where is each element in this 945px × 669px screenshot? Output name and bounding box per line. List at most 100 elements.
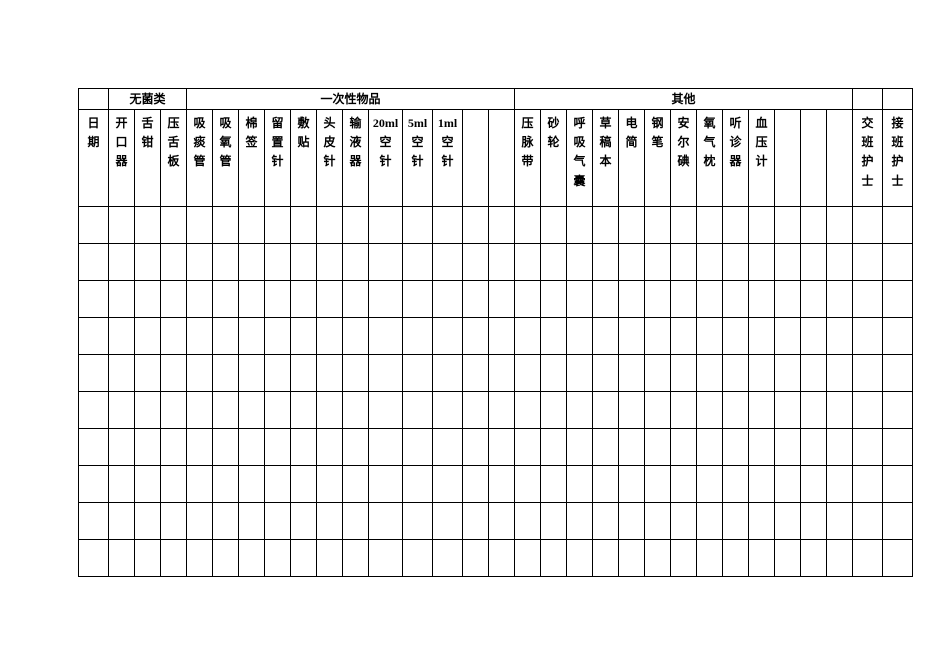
cell-grind-wheel bbox=[541, 244, 567, 281]
cell-infusion-set bbox=[343, 503, 369, 540]
cell-indwell-ndl bbox=[265, 429, 291, 466]
cell-dressing bbox=[291, 429, 317, 466]
category-sterile: 无菌类 bbox=[109, 89, 187, 110]
category-disposable: 一次性物品 bbox=[187, 89, 515, 110]
cell-gap-d bbox=[801, 540, 827, 577]
table-row bbox=[79, 503, 913, 540]
cell-sphygmo bbox=[749, 355, 775, 392]
cell-grind-wheel bbox=[541, 429, 567, 466]
cell-gap-a bbox=[463, 244, 489, 281]
cell-handover-in bbox=[883, 281, 913, 318]
cell-tongue-dep bbox=[161, 207, 187, 244]
cell-tongue-dep bbox=[161, 540, 187, 577]
cell-gap-c bbox=[775, 207, 801, 244]
cell-gap-a bbox=[463, 392, 489, 429]
col-header-flashlight: 电简 bbox=[619, 110, 645, 207]
cell-infusion-set bbox=[343, 429, 369, 466]
cell-syr-20ml bbox=[369, 207, 403, 244]
col-label-tourniquet: 压脉带 bbox=[515, 110, 540, 172]
cell-mouth-gag bbox=[109, 244, 135, 281]
col-header-grind-wheel: 砂轮 bbox=[541, 110, 567, 207]
cell-gap-d bbox=[801, 466, 827, 503]
cell-gap-e bbox=[827, 503, 853, 540]
cell-mouth-gag bbox=[109, 429, 135, 466]
cell-breath-bag bbox=[567, 244, 593, 281]
cell-scalp-ndl bbox=[317, 244, 343, 281]
cell-tourniquet bbox=[515, 466, 541, 503]
cell-syr-1ml bbox=[433, 244, 463, 281]
col-header-handover-in: 接班护士 bbox=[883, 110, 913, 207]
cell-tourniquet bbox=[515, 355, 541, 392]
cell-date bbox=[79, 207, 109, 244]
col-header-gap-c bbox=[775, 110, 801, 207]
col-header-tourniquet: 压脉带 bbox=[515, 110, 541, 207]
cell-cotton-swab bbox=[239, 244, 265, 281]
cell-gap-b bbox=[489, 207, 515, 244]
table-row bbox=[79, 466, 913, 503]
cell-grind-wheel bbox=[541, 392, 567, 429]
col-label-gap-d bbox=[801, 110, 826, 114]
cell-mouth-gag bbox=[109, 540, 135, 577]
col-header-syr-5ml: 5ml空针 bbox=[403, 110, 433, 207]
cell-gap-e bbox=[827, 392, 853, 429]
cell-cotton-swab bbox=[239, 392, 265, 429]
col-header-cotton-swab: 棉签 bbox=[239, 110, 265, 207]
cell-gap-e bbox=[827, 318, 853, 355]
cell-draft-book bbox=[593, 207, 619, 244]
table-row bbox=[79, 281, 913, 318]
cell-sphygmo bbox=[749, 392, 775, 429]
table-row bbox=[79, 207, 913, 244]
cell-gap-e bbox=[827, 207, 853, 244]
cell-steel-pen bbox=[645, 392, 671, 429]
col-header-scalp-ndl: 头皮针 bbox=[317, 110, 343, 207]
cell-gap-d bbox=[801, 429, 827, 466]
table-row bbox=[79, 392, 913, 429]
cell-scalp-ndl bbox=[317, 207, 343, 244]
cell-gap-e bbox=[827, 244, 853, 281]
cell-draft-book bbox=[593, 392, 619, 429]
col-header-handover-out: 交班护士 bbox=[853, 110, 883, 207]
cell-tourniquet bbox=[515, 281, 541, 318]
cell-mouth-gag bbox=[109, 281, 135, 318]
cell-tongue-dep bbox=[161, 318, 187, 355]
cell-draft-book bbox=[593, 466, 619, 503]
cell-tongue-fcps bbox=[135, 466, 161, 503]
cell-tourniquet bbox=[515, 540, 541, 577]
col-label-syr-20ml: 20ml空针 bbox=[369, 110, 402, 172]
cell-mouth-gag bbox=[109, 392, 135, 429]
cell-o2-pillow bbox=[697, 540, 723, 577]
cell-iodophor bbox=[671, 244, 697, 281]
cell-cotton-swab bbox=[239, 355, 265, 392]
cell-tongue-fcps bbox=[135, 429, 161, 466]
cell-syr-5ml bbox=[403, 355, 433, 392]
cell-o2-tube bbox=[213, 540, 239, 577]
cell-o2-pillow bbox=[697, 392, 723, 429]
cell-tongue-fcps bbox=[135, 540, 161, 577]
cell-mouth-gag bbox=[109, 355, 135, 392]
category-other: 其他 bbox=[515, 89, 853, 110]
cell-steel-pen bbox=[645, 207, 671, 244]
cell-infusion-set bbox=[343, 281, 369, 318]
col-label-dressing: 敷贴 bbox=[291, 110, 316, 152]
col-header-sphygmo: 血压计 bbox=[749, 110, 775, 207]
cell-syr-20ml bbox=[369, 355, 403, 392]
cell-o2-tube bbox=[213, 318, 239, 355]
cell-infusion-set bbox=[343, 244, 369, 281]
cell-handover-out bbox=[853, 318, 883, 355]
cell-suction-tube bbox=[187, 466, 213, 503]
col-header-iodophor: 安尔碘 bbox=[671, 110, 697, 207]
cell-gap-b bbox=[489, 429, 515, 466]
category-header-row: 无菌类一次性物品其他 bbox=[79, 89, 913, 110]
cell-stethoscope bbox=[723, 207, 749, 244]
cell-date bbox=[79, 355, 109, 392]
cell-handover-in bbox=[883, 392, 913, 429]
cell-cotton-swab bbox=[239, 466, 265, 503]
col-label-grind-wheel: 砂轮 bbox=[541, 110, 566, 152]
cell-handover-out bbox=[853, 392, 883, 429]
cell-scalp-ndl bbox=[317, 540, 343, 577]
cell-syr-5ml bbox=[403, 540, 433, 577]
cell-mouth-gag bbox=[109, 207, 135, 244]
cell-scalp-ndl bbox=[317, 281, 343, 318]
col-header-draft-book: 草稿本 bbox=[593, 110, 619, 207]
cell-stethoscope bbox=[723, 392, 749, 429]
